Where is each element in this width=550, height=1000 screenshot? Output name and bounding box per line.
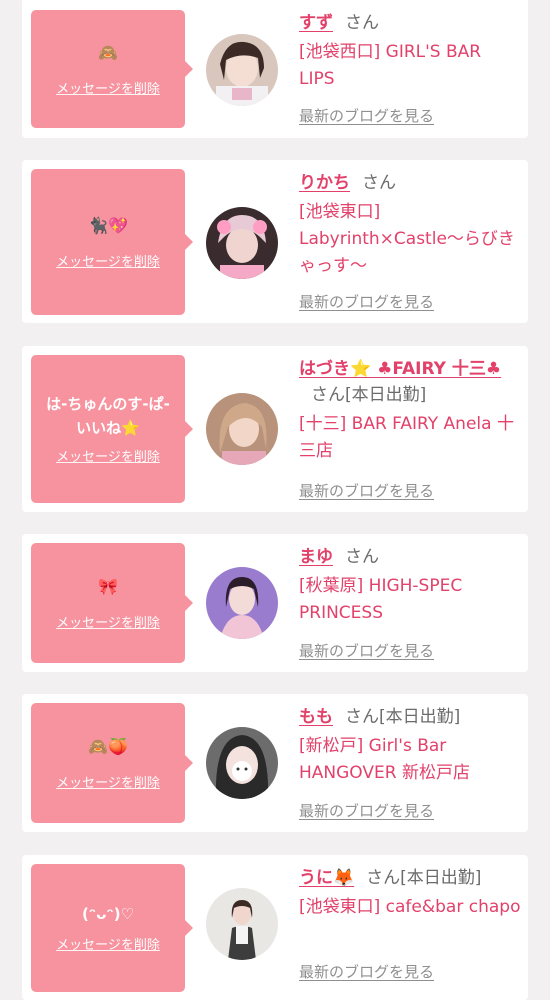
avatar-photo-icon xyxy=(206,888,278,960)
message-text: は-ちゅんのす-ぱ-いいね⭐️ xyxy=(46,395,170,437)
message-text: (ᵔᴗᵔ)♡ xyxy=(81,904,135,923)
member-name-link[interactable]: うに🦊 xyxy=(299,868,354,888)
shop-name: [池袋西口] GIRL'S BAR LIPS xyxy=(299,42,482,89)
message-bubble: 🙈 メッセージを削除 xyxy=(31,10,193,128)
message-bubble: (ᵔᴗᵔ)♡ メッセージを削除 xyxy=(31,864,193,992)
message-card: 🎀 メッセージを削除 まゆ さん [秋葉原] HIGH-SPEC PRINCESS… xyxy=(22,534,528,672)
latest-blog-link[interactable]: 最新のブログを見る xyxy=(299,640,434,661)
avatar-photo-icon xyxy=(206,567,278,639)
avatar[interactable] xyxy=(206,207,278,279)
latest-blog-link[interactable]: 最新のブログを見る xyxy=(299,480,434,501)
delete-message-link[interactable]: メッセージを削除 xyxy=(56,612,160,631)
message-text: 🎀 xyxy=(98,577,118,597)
shop-name: [十三] BAR FAIRY Anela 十三店 xyxy=(299,414,514,461)
shop-name: [池袋東口] Labyrinth×Castle〜らびきゃっす〜 xyxy=(299,202,515,276)
message-bubble: 🎀 メッセージを削除 xyxy=(31,543,193,663)
message-card: (ᵔᴗᵔ)♡ メッセージを削除 うに🦊 さん[本日出勤] [池袋東口] cafe&… xyxy=(22,855,528,1000)
shop-name: [池袋東口] cafe&bar chapo xyxy=(299,897,521,917)
shop-name: [秋葉原] HIGH-SPEC PRINCESS xyxy=(299,576,463,623)
name-line: はづき⭐️ ♣FAIRY 十三♣さん[本日出勤] xyxy=(299,359,502,405)
member-name-link[interactable]: すず xyxy=(299,13,333,33)
name-line: うに🦊 さん[本日出勤] xyxy=(299,868,482,888)
latest-blog-link[interactable]: 最新のブログを見る xyxy=(299,105,434,126)
avatar[interactable] xyxy=(206,34,278,106)
avatar[interactable] xyxy=(206,727,278,799)
name-line: もも さん[本日出勤] xyxy=(299,707,461,727)
avatar[interactable] xyxy=(206,888,278,960)
name-line: りかち さん xyxy=(299,173,396,193)
latest-blog-link[interactable]: 最新のブログを見る xyxy=(299,961,434,982)
message-card: 🐈‍⬛💖 メッセージを削除 りかち さん [池袋東口] Labyrinth×Cas… xyxy=(22,160,528,323)
avatar[interactable] xyxy=(206,393,278,465)
shop-name: [新松戸] Girl's Bar HANGOVER 新松戸店 xyxy=(299,736,470,783)
delete-message-link[interactable]: メッセージを削除 xyxy=(56,251,160,270)
member-name-link[interactable]: まゆ xyxy=(299,547,333,567)
delete-message-link[interactable]: メッセージを削除 xyxy=(56,934,160,953)
message-bubble: は-ちゅんのす-ぱ-いいね⭐️ メッセージを削除 xyxy=(31,355,193,503)
member-name-link[interactable]: もも xyxy=(299,707,333,727)
message-card: 🙈🍑 メッセージを削除 もも さん[本日出勤] [新松戸] Girl's Bar … xyxy=(22,694,528,832)
avatar-photo-icon xyxy=(206,393,278,465)
name-line: すず さん xyxy=(299,13,379,33)
delete-message-link[interactable]: メッセージを削除 xyxy=(56,78,160,97)
delete-message-link[interactable]: メッセージを削除 xyxy=(56,772,160,791)
member-name-link[interactable]: はづき⭐️ ♣FAIRY 十三♣ xyxy=(299,359,501,379)
message-card: は-ちゅんのす-ぱ-いいね⭐️ メッセージを削除 はづき⭐️ ♣FAIRY 十三… xyxy=(22,346,528,512)
message-bubble: 🙈🍑 メッセージを削除 xyxy=(31,703,193,823)
avatar-photo-icon xyxy=(206,207,278,279)
message-text: 🙈🍑 xyxy=(88,737,128,757)
message-text: 🙈 xyxy=(98,43,118,63)
message-text: 🐈‍⬛💖 xyxy=(88,216,128,236)
message-list: 🙈 メッセージを削除 すず さん [池袋西口] GIRL'S BAR LIPS 最… xyxy=(0,0,550,1000)
delete-message-link[interactable]: メッセージを削除 xyxy=(56,446,160,465)
latest-blog-link[interactable]: 最新のブログを見る xyxy=(299,800,434,821)
avatar-photo-icon xyxy=(206,34,278,106)
message-card: 🙈 メッセージを削除 すず さん [池袋西口] GIRL'S BAR LIPS 最… xyxy=(22,0,528,138)
avatar[interactable] xyxy=(206,567,278,639)
latest-blog-link[interactable]: 最新のブログを見る xyxy=(299,291,434,312)
message-bubble: 🐈‍⬛💖 メッセージを削除 xyxy=(31,169,193,315)
name-line: まゆ さん xyxy=(299,547,379,567)
avatar-photo-icon xyxy=(206,727,278,799)
member-name-link[interactable]: りかち xyxy=(299,173,350,193)
